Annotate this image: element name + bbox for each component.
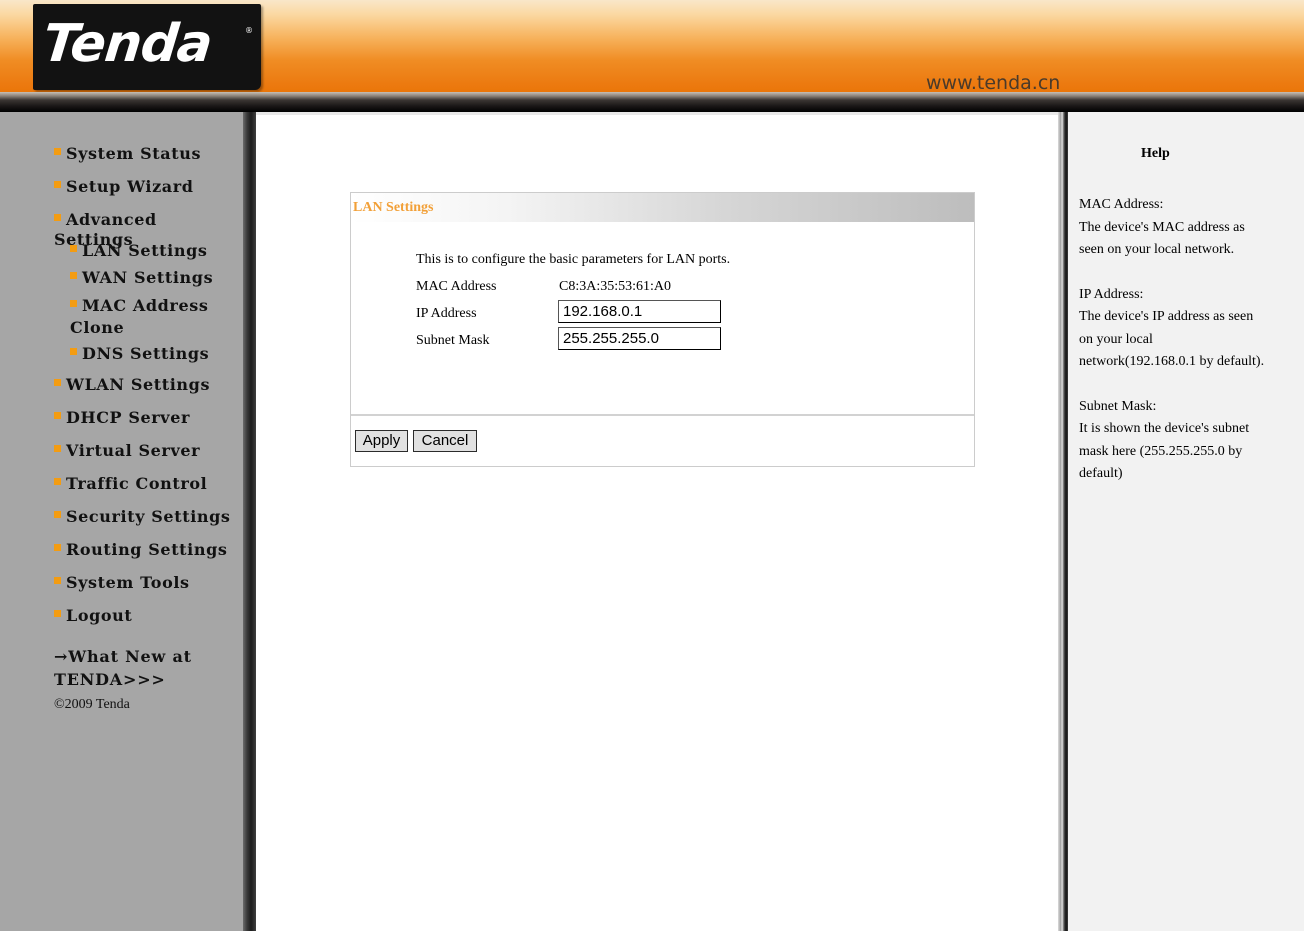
tenda-logo: Tenda ®: [33, 4, 261, 90]
panel-description: This is to configure the basic parameter…: [416, 252, 731, 267]
help-section-mask: Subnet Mask: It is shown the device's su…: [1079, 396, 1269, 486]
bullet-icon: [70, 245, 77, 252]
sidebar-item-system-tools[interactable]: System Tools: [54, 573, 240, 606]
ip-address-input[interactable]: [558, 300, 721, 323]
sidebar-item-dns-settings[interactable]: DNS Settings: [54, 344, 240, 375]
help-text: The device's IP address as seen on your …: [1079, 309, 1265, 369]
sidebar: System Status Setup Wizard Advanced Sett…: [0, 112, 256, 931]
help-section-mac: MAC Address: The device's MAC address as…: [1079, 194, 1269, 262]
sidebar-item-logout[interactable]: Logout: [54, 606, 240, 639]
bullet-icon: [54, 445, 61, 452]
panel-title: LAN Settings: [351, 193, 974, 222]
subnet-mask-label: Subnet Mask: [416, 333, 490, 348]
panel-body: This is to configure the basic parameter…: [416, 250, 956, 358]
bullet-icon: [70, 272, 77, 279]
copyright: ©2009 Tenda: [54, 697, 130, 712]
bullet-icon: [54, 610, 61, 617]
sidebar-nav: System Status Setup Wizard Advanced Sett…: [54, 144, 240, 713]
header-dark-band: [0, 92, 1304, 112]
logo-registered-mark: ®: [245, 26, 253, 35]
panel-separator: [351, 414, 974, 416]
sidebar-item-mac-address-clone[interactable]: MAC Address Clone: [54, 295, 240, 344]
lan-settings-panel: LAN Settings This is to configure the ba…: [350, 192, 975, 467]
sidebar-item-lan-settings[interactable]: LAN Settings: [54, 241, 240, 268]
site-url: www.tenda.cn: [926, 72, 1061, 94]
help-divider: [1058, 112, 1068, 931]
subnet-mask-input[interactable]: [558, 327, 721, 350]
bullet-icon: [54, 148, 61, 155]
sidebar-item-dhcp-server[interactable]: DHCP Server: [54, 408, 240, 441]
mac-address-value: C8:3A:35:53:61:A0: [559, 279, 672, 294]
help-heading: IP Address:: [1079, 286, 1144, 302]
sidebar-item-security-settings[interactable]: Security Settings: [54, 507, 240, 540]
bullet-icon: [54, 511, 61, 518]
bullet-icon: [54, 478, 61, 485]
cancel-button[interactable]: Cancel: [413, 430, 477, 452]
help-heading: Subnet Mask:: [1079, 398, 1157, 414]
main-top-line: [256, 112, 1060, 115]
mac-address-label: MAC Address: [416, 279, 497, 294]
sidebar-item-wlan-settings[interactable]: WLAN Settings: [54, 375, 240, 408]
help-text: It is shown the device's subnet mask her…: [1079, 421, 1250, 481]
bullet-icon: [54, 544, 61, 551]
sidebar-edge: [243, 112, 256, 931]
sidebar-item-setup-wizard[interactable]: Setup Wizard: [54, 177, 240, 210]
header-banner: Tenda ® www.tenda.cn: [0, 0, 1304, 112]
help-text: The device's MAC address as seen on your…: [1079, 219, 1245, 258]
sidebar-item-system-status[interactable]: System Status: [54, 144, 240, 177]
help-title: Help: [1141, 146, 1170, 161]
bullet-icon: [54, 379, 61, 386]
help-section-ip: IP Address: The device's IP address as s…: [1079, 284, 1269, 374]
ip-address-label: IP Address: [416, 306, 477, 321]
sidebar-item-advanced-settings[interactable]: Advanced Settings: [54, 210, 240, 249]
bullet-icon: [54, 181, 61, 188]
help-body: MAC Address: The device's MAC address as…: [1079, 194, 1269, 508]
help-heading: MAC Address:: [1079, 197, 1164, 212]
whats-new-link[interactable]: →What New at TENDA>>>: [54, 645, 240, 691]
sidebar-item-wan-settings[interactable]: WAN Settings: [54, 268, 240, 295]
subnet-mask-row: Subnet Mask: [416, 327, 956, 358]
sidebar-item-virtual-server[interactable]: Virtual Server: [54, 441, 240, 474]
bullet-icon: [54, 412, 61, 419]
bullet-icon: [70, 348, 77, 355]
main-content: LAN Settings This is to configure the ba…: [256, 112, 1060, 931]
sidebar-item-routing-settings[interactable]: Routing Settings: [54, 540, 240, 573]
bullet-icon: [54, 214, 61, 221]
apply-button[interactable]: Apply: [355, 430, 408, 452]
logo-text: Tenda: [39, 14, 215, 74]
sidebar-item-traffic-control[interactable]: Traffic Control: [54, 474, 240, 507]
help-panel: Help MAC Address: The device's MAC addre…: [1068, 112, 1304, 931]
bullet-icon: [70, 300, 77, 307]
bullet-icon: [54, 577, 61, 584]
